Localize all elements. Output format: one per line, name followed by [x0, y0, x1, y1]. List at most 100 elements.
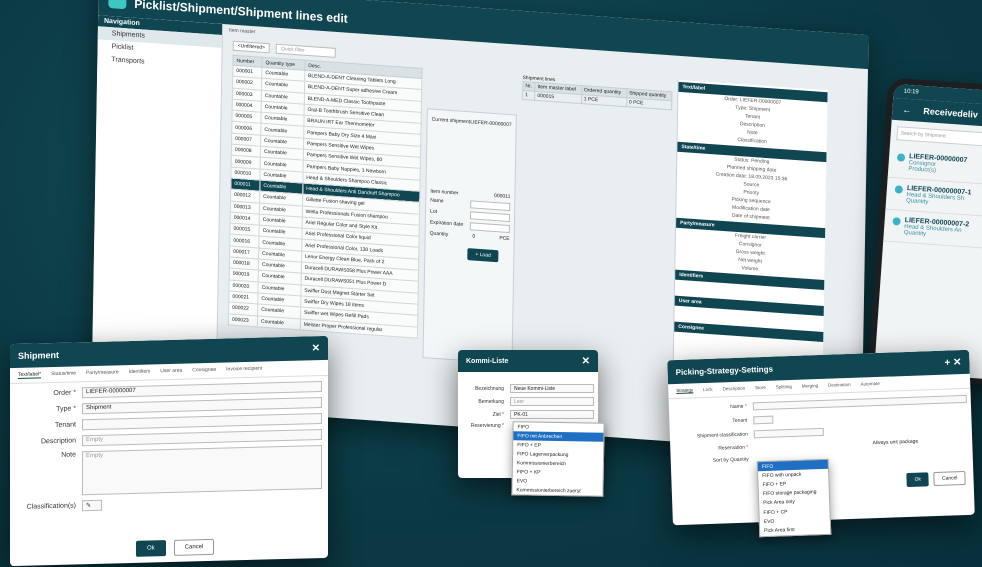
dropdown-option[interactable]: Kommissionierbereich zuerst — [512, 485, 602, 496]
status-dot-icon — [896, 153, 906, 162]
mobile-app-bar: ← Receivedeliv — [891, 97, 982, 129]
status-dot-icon — [892, 217, 901, 226]
shipment-dialog-buttons: Ok Cancel — [136, 538, 215, 557]
tab-1[interactable]: Status/time — [51, 370, 76, 378]
item-number-label: Item number — [430, 188, 459, 197]
status-dot-icon — [894, 185, 904, 194]
description-field[interactable]: Empty — [82, 428, 322, 447]
tab-6[interactable]: Destination — [828, 382, 851, 389]
quantity-unit-select[interactable]: PCE — [499, 235, 509, 242]
bezeichnung-row: Bezeichnung Neue Kommi-Liste — [462, 384, 594, 393]
tab-0[interactable]: Strategy — [676, 387, 694, 395]
mobile-screen: 10:19 ← Receivedeliv Search by Shipment … — [874, 83, 982, 381]
kommi-dialog-header: Kommi-Liste ✕ — [458, 350, 598, 372]
pick-reservation-label: Reservation * — [718, 444, 749, 452]
shipment-lines-panel: Shipment lines Nr. Item master label Ord… — [522, 75, 672, 110]
always-unit-label[interactable]: Always unit package — [754, 437, 968, 450]
pick-name-label: Name * — [730, 403, 747, 411]
list-item[interactable]: LIEFER-00000007-2 Head & Shoulders An Quan… — [883, 209, 982, 251]
item-number-value: 000011 — [494, 192, 511, 201]
quantity-value[interactable]: 0 — [472, 233, 475, 239]
load-button-label: Load — [479, 251, 491, 259]
dropdown-option[interactable]: Pick Area first — [760, 524, 830, 536]
item-master-table: Number Quantity type Desc. 000001 Countab… — [228, 55, 423, 339]
expiration-input[interactable] — [469, 222, 510, 234]
name-input[interactable] — [470, 200, 511, 212]
bezeichnung-label: Bezeichnung — [475, 385, 504, 392]
tenant-label: Tenant — [54, 421, 76, 429]
sl-cell: 1 — [522, 90, 535, 101]
bemerkung-row: Bemerkung Leer — [462, 397, 594, 406]
tab-4[interactable]: User area — [160, 368, 182, 376]
mobile-list: LIEFER-00000007 Consignor Product(s) LIEFER… — [883, 145, 982, 251]
classification-label: Classification(s) — [26, 502, 76, 511]
sl-cell: 000015 — [534, 91, 582, 104]
quick-filter-input[interactable]: Quick filter — [275, 43, 337, 58]
current-shipment-panel: Current shipment LIEFER-00000007 Item nu… — [422, 108, 517, 365]
filter-dropdown[interactable]: <Unfiltered> — [232, 40, 271, 54]
type-select[interactable]: Shipment — [82, 396, 322, 415]
order-row: Order * LIEFER-00000007 — [16, 380, 322, 400]
pick-name-field[interactable] — [752, 394, 967, 411]
description-row: Description Empty — [16, 428, 322, 448]
ok-button[interactable]: Ok — [906, 472, 930, 488]
ok-button[interactable]: Ok — [136, 540, 166, 557]
close-icon[interactable]: + ✕ — [944, 357, 961, 369]
description-label: Description — [40, 437, 76, 446]
lot-label: Lot — [430, 208, 438, 215]
load-button[interactable]: + Load — [467, 248, 499, 263]
pick-tenant-select[interactable] — [753, 415, 774, 425]
back-arrow-icon[interactable]: ← — [902, 105, 912, 116]
reservierung-dropdown: FIFO FIFO mit Anbrechen FIFO + EP FIFO Lage… — [511, 421, 605, 497]
lot-input[interactable] — [469, 211, 511, 223]
order-field[interactable]: LIEFER-00000007 — [82, 380, 322, 399]
pick-tenant-label: Tenant — [732, 417, 748, 425]
tab-2[interactable]: Description — [722, 386, 745, 393]
type-row: Type * Shipment — [16, 396, 322, 416]
name-label: Name — [430, 197, 444, 205]
bezeichnung-field[interactable]: Neue Kommi-Liste — [510, 384, 594, 393]
ziel-select[interactable]: PK-01 — [510, 410, 594, 419]
tab-5[interactable]: Merging — [802, 383, 818, 390]
tab-3[interactable]: Identifiers — [129, 368, 151, 376]
list-item-text: LIEFER-00000007-2 Head & Shoulders An Quan… — [904, 217, 970, 240]
reservation-dropdown: FIFO FIFO with unpack FIFO + EP FIFO storag… — [756, 458, 832, 537]
sl-cell: 1 PCE — [581, 94, 627, 107]
shipment-dialog: Shipment ✕ Text/label* Status/time Party/m… — [10, 335, 328, 567]
note-field[interactable]: Empty — [82, 444, 322, 496]
tab-6[interactable]: Invoice recipient — [226, 366, 262, 374]
pick-sort-label: Sort by Quantity — [712, 456, 749, 464]
tab-1[interactable]: Lock — [703, 387, 713, 393]
edit-classification-icon[interactable]: ✎ — [82, 499, 102, 512]
reservierung-label: Reservierung * — [470, 423, 504, 429]
tab-3[interactable]: Store — [755, 385, 766, 391]
pick-classification-select[interactable] — [753, 427, 824, 439]
current-shipment-value: LIEFER-00000007 — [470, 119, 512, 129]
list-item-text: LIEFER-00000007-1 Head & Shoulders Sh Quan… — [906, 185, 972, 208]
tab-0[interactable]: Text/label* — [18, 371, 42, 379]
tenant-select[interactable] — [82, 412, 322, 431]
shipment-dialog-title: Shipment — [18, 349, 60, 361]
note-label: Note — [61, 451, 76, 459]
order-label: Order * — [53, 389, 76, 398]
close-icon[interactable]: ✕ — [582, 356, 590, 367]
tab-5[interactable]: Consignee — [192, 367, 216, 375]
mobile-device: 10:19 ← Receivedeliv Search by Shipment … — [867, 77, 982, 387]
note-row: Note Empty — [16, 444, 322, 497]
bemerkung-field[interactable]: Leer — [510, 397, 594, 406]
cancel-button[interactable]: Cancel — [933, 470, 966, 487]
close-icon[interactable]: ✕ — [312, 343, 320, 354]
kommi-dialog-title: Kommi-Liste — [466, 357, 509, 365]
mobile-search-input[interactable]: Search by Shipment — [896, 126, 982, 149]
tab-2[interactable]: Party/measure — [86, 369, 119, 377]
ziel-label: Ziel * — [492, 411, 504, 418]
type-label: Type * — [56, 405, 76, 413]
tab-4[interactable]: Splitting — [776, 384, 792, 391]
sl-cell: 0 PCE — [626, 97, 672, 110]
ziel-row: Ziel * PK-01 — [462, 410, 594, 419]
table-cell: Countable — [257, 315, 301, 330]
tenant-row: Tenant — [16, 412, 322, 432]
classification-row: Classification(s) ✎ — [16, 494, 322, 513]
tab-7[interactable]: Automate — [860, 381, 879, 388]
cancel-button[interactable]: Cancel — [173, 538, 215, 556]
